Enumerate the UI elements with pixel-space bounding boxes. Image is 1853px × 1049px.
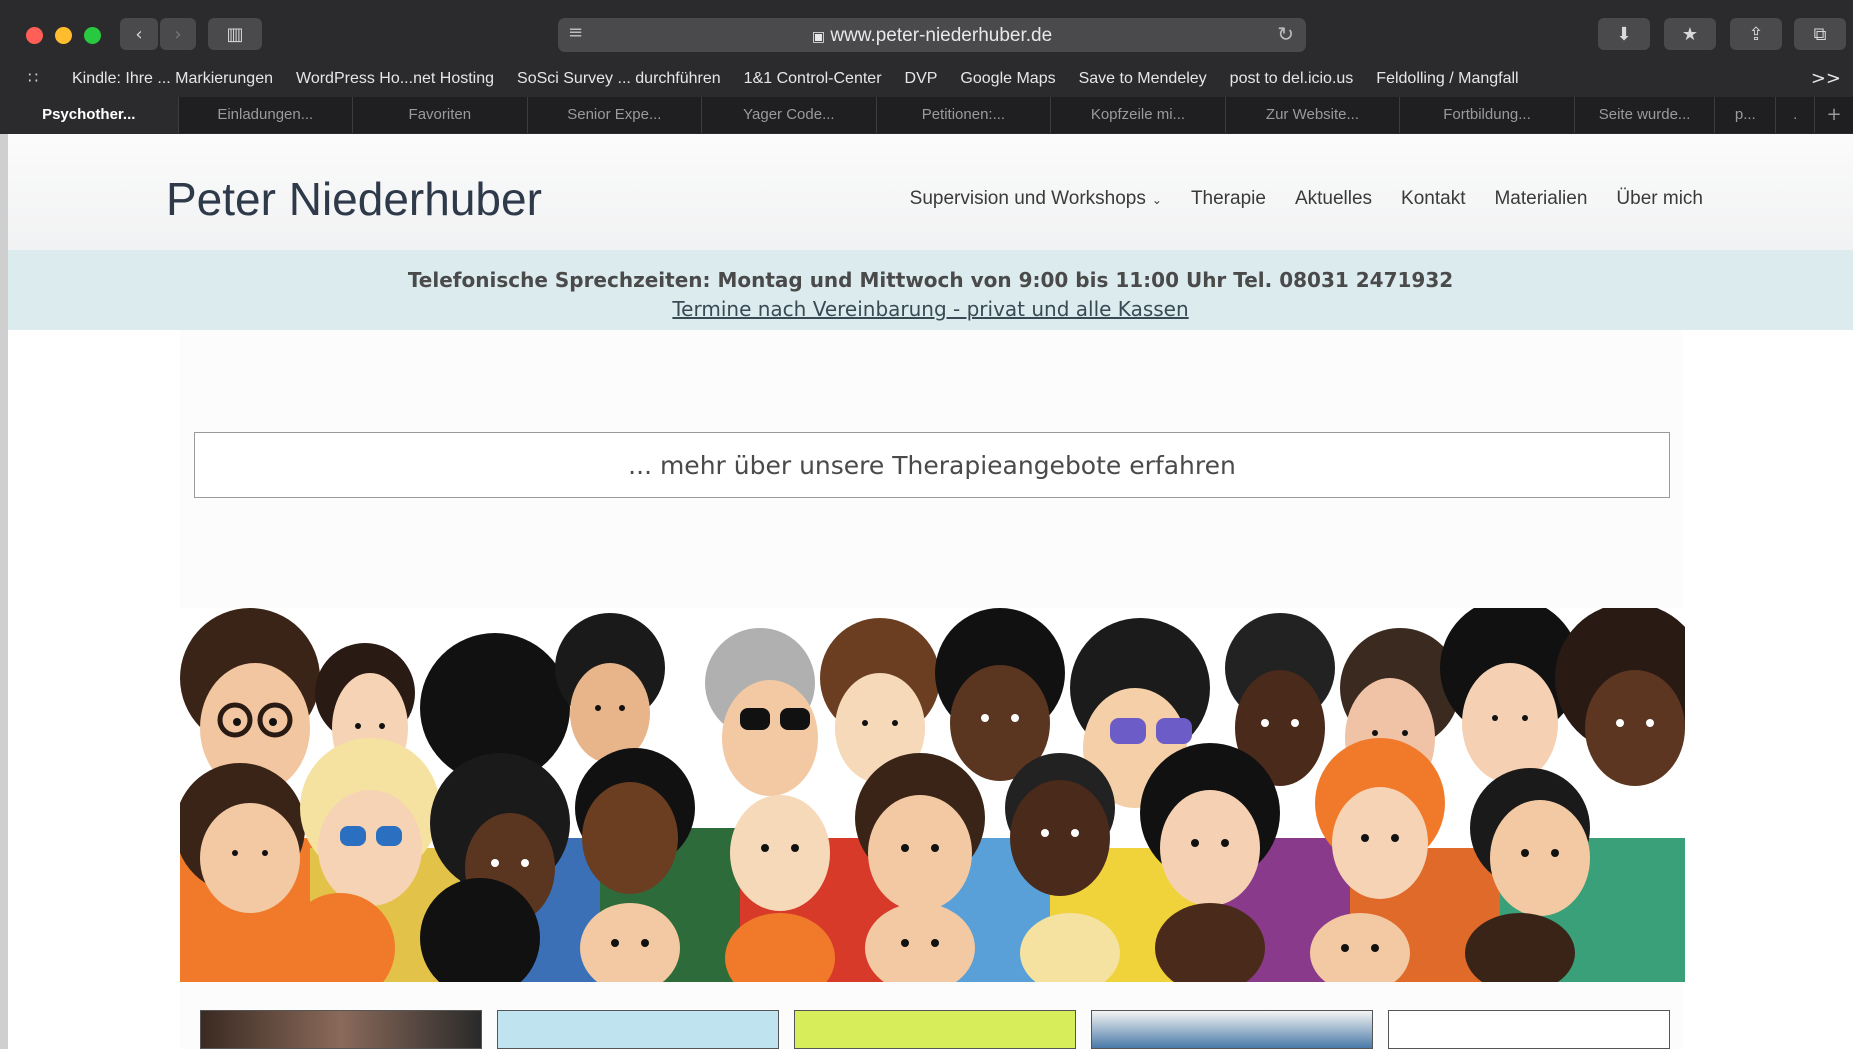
thumbnail-card[interactable] [1091,1010,1373,1049]
grid-icon[interactable]: ∷ [28,68,38,87]
bookmark-item[interactable]: Kindle: Ihre ... Markierungen [72,70,273,88]
lock-icon: ▣ [811,29,826,45]
bookmarks-button[interactable]: ★ [1664,18,1716,50]
chevron-left-icon: ‹ [135,23,143,45]
thumbnail-card[interactable] [1388,1010,1670,1049]
browser-tab[interactable]: Einladungen... [179,97,354,133]
url-text: www.peter-niederhuber.de [830,25,1053,46]
tab-bar: Psychother... Einladungen... Favoriten S… [0,97,1853,133]
share-icon: ⇪ [1748,23,1764,45]
office-hours-notice: Telefonische Sprechzeiten: Montag und Mi… [8,250,1853,330]
tabs-icon: ⧉ [1813,23,1827,45]
browser-tab[interactable]: Zur Website... [1226,97,1401,133]
window-edge [0,134,8,1049]
office-hours-text: Telefonische Sprechzeiten: Montag und Mi… [407,268,1454,292]
bookmark-item[interactable]: WordPress Ho...net Hosting [296,70,494,88]
browser-tab[interactable]: Fortbildung... [1400,97,1575,133]
sidebar-toggle-button[interactable]: ▥ [208,18,262,50]
bookmark-item[interactable]: DVP [905,70,938,88]
browser-tab[interactable]: Kopfzeile mi... [1051,97,1226,133]
browser-tab[interactable]: p... [1715,97,1777,133]
crowd-illustration [180,608,1685,982]
bookmark-item[interactable]: Google Maps [960,70,1055,88]
zoom-window-button[interactable] [84,27,101,44]
nav-item-materialien[interactable]: Materialien [1494,188,1587,210]
minimize-window-button[interactable] [55,27,72,44]
browser-tab[interactable]: Yager Code... [702,97,877,133]
download-icon: ⬇ [1616,23,1632,45]
bookmark-list: Kindle: Ihre ... Markierungen WordPress … [72,70,1542,88]
main-nav: Supervision und Workshops ⌄ Therapie Aktu… [881,188,1703,210]
forward-button[interactable]: › [160,18,196,50]
site-title[interactable]: Peter Niederhuber [166,172,542,226]
browser-tab[interactable]: Psychother... [0,97,179,133]
browser-chrome: ‹ › ▥ ≡ ▣ www.peter-niederhuber.de ↻ ⬇ ★… [0,0,1853,134]
thumbnail-card[interactable] [200,1010,482,1049]
sidebar-icon: ▥ [226,23,244,45]
nav-item-aktuelles[interactable]: Aktuelles [1295,188,1372,210]
thumbnail-card[interactable] [794,1010,1076,1049]
browser-tab[interactable]: Favoriten [353,97,528,133]
site-header: Peter Niederhuber Supervision und Worksh… [8,134,1853,250]
more-bookmarks-button[interactable]: >> [1811,68,1841,89]
reload-icon[interactable]: ↻ [1277,22,1294,46]
bookmarks-bar: ∷ Kindle: Ihre ... Markierungen WordPres… [0,65,1853,93]
back-button[interactable]: ‹ [120,18,158,50]
nav-item-supervision[interactable]: Supervision und Workshops ⌄ [910,188,1162,210]
bookmark-item[interactable]: post to del.icio.us [1230,70,1354,88]
therapy-offers-button[interactable]: ... mehr über unsere Therapieangebote er… [194,432,1670,498]
chevron-down-icon: ⌄ [1151,193,1162,207]
chevron-right-icon: › [174,23,182,45]
browser-tab[interactable]: Seite wurde... [1575,97,1716,133]
browser-tab[interactable]: . [1776,97,1816,133]
nav-label: Supervision und Workshops [909,188,1146,209]
thumbnail-row [200,1010,1670,1049]
nav-item-kontakt[interactable]: Kontakt [1401,188,1465,210]
tab-overview-button[interactable]: ⧉ [1794,18,1846,50]
bookmark-item[interactable]: Feldolling / Mangfall [1376,70,1518,88]
share-button[interactable]: ⇪ [1730,18,1782,50]
nav-item-therapie[interactable]: Therapie [1191,188,1266,210]
bookmark-item[interactable]: Save to Mendeley [1079,70,1207,88]
close-window-button[interactable] [26,27,43,44]
thumbnail-card[interactable] [497,1010,779,1049]
browser-toolbar: ‹ › ▥ ≡ ▣ www.peter-niederhuber.de ↻ ⬇ ★… [0,0,1853,65]
bookmark-item[interactable]: 1&1 Control-Center [744,70,882,88]
bookmark-item[interactable]: SoSci Survey ... durchführen [517,70,721,88]
nav-item-ueber-mich[interactable]: Über mich [1616,188,1703,210]
downloads-button[interactable]: ⬇ [1598,18,1650,50]
address-bar[interactable]: ≡ ▣ www.peter-niederhuber.de ↻ [558,18,1306,52]
star-icon: ★ [1681,23,1699,45]
browser-tab[interactable]: Petitionen:... [877,97,1052,133]
crowd-graphic [180,608,1685,982]
browser-tab[interactable]: Senior Expe... [528,97,703,133]
new-tab-button[interactable]: + [1815,97,1853,133]
appointment-link[interactable]: Termine nach Vereinbarung - privat und a… [8,297,1853,321]
